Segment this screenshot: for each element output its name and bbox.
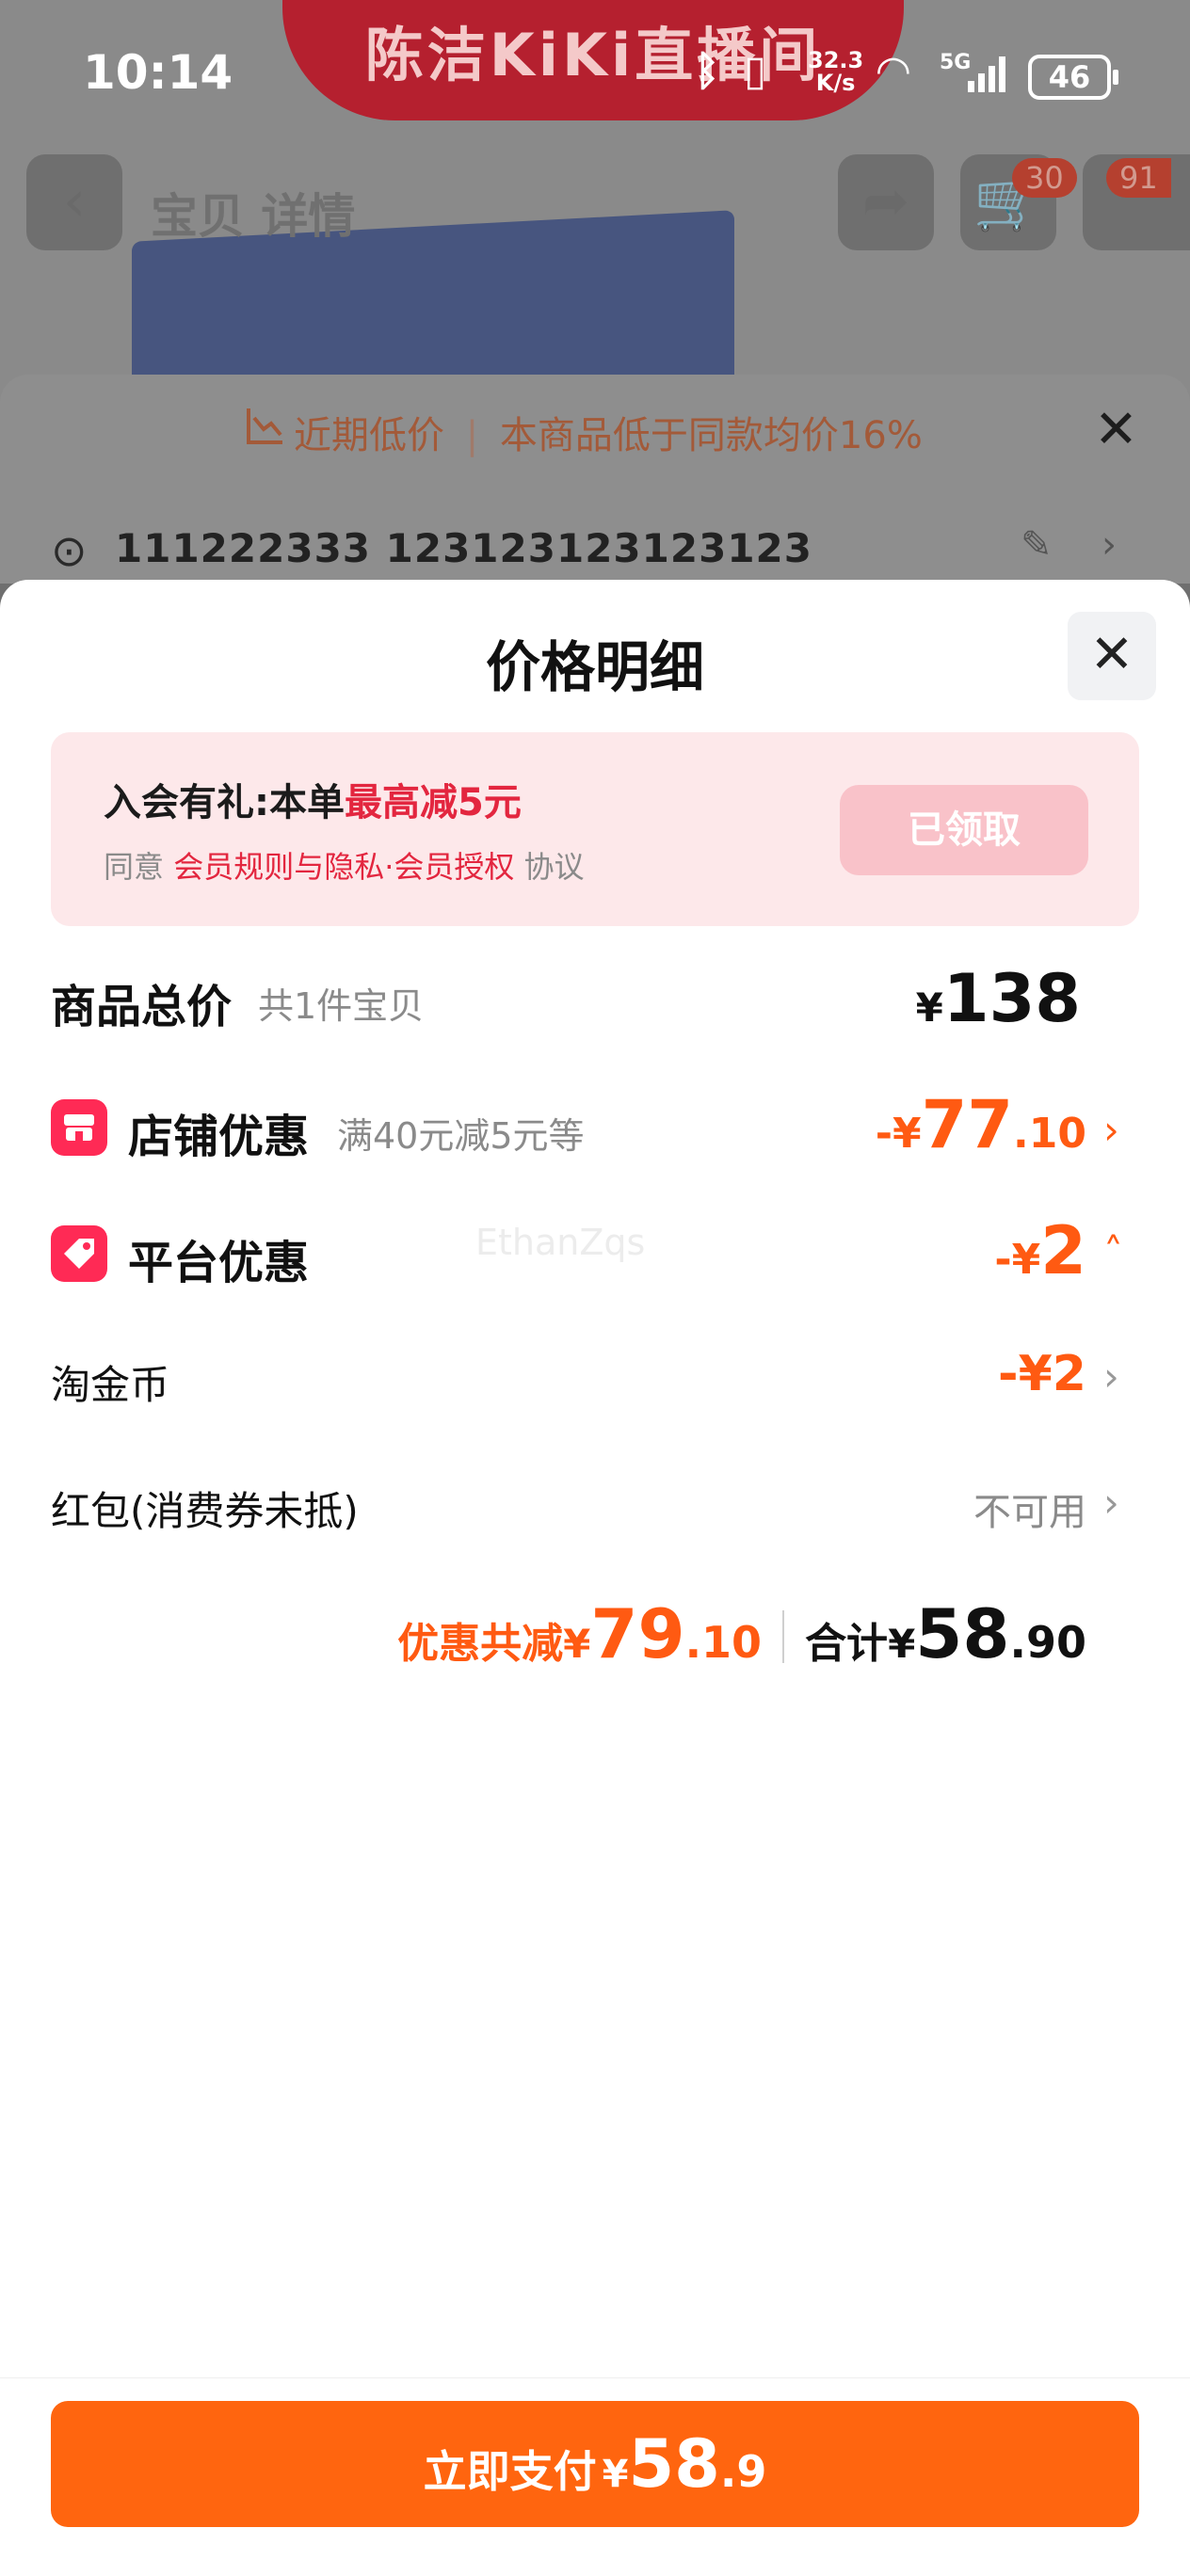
net-speed-unit: K/s (815, 70, 856, 96)
chevron-right-icon[interactable]: › (1102, 523, 1117, 567)
goods-total-row: 商品总价 共1件宝贝 ¥138 (0, 960, 1190, 1037)
bluetooth-icon: ᛒ (695, 47, 720, 95)
saved-label: 优惠共减 (397, 1620, 564, 1668)
pay-yen: ¥ (602, 2453, 629, 2496)
member-gift-prefix: 入会有礼:本单 (104, 781, 345, 824)
low-price-notice: 近期低价 | 本商品低于同款均价16% (294, 414, 923, 457)
goods-total-yen: ¥ (915, 984, 943, 1031)
coins-value: -¥2 (998, 1346, 1086, 1402)
pay-label: 立即支付 (423, 2446, 597, 2497)
price-summary: 优惠共减¥79.10 合计¥58.90 (397, 1594, 1086, 1673)
battery-level: 46 (1028, 55, 1118, 100)
store-discount-amount: -¥77.10 (876, 1086, 1086, 1163)
location-icon: ⊙ (51, 525, 88, 576)
vibrate-icon: ▯ (744, 47, 767, 95)
goods-total-price: ¥138 (916, 960, 1081, 1037)
agree-text: 同意 (104, 849, 165, 885)
share-button[interactable]: ➦ (838, 154, 934, 250)
member-gift-card: 入会有礼:本单最高减5元 同意 会员规则与隐私·会员授权 协议 已领取 (51, 732, 1139, 926)
status-bar: 10:14 ᛒ ▯ 32.3 K/s ◠ 5G 46 (0, 0, 1190, 141)
total-int: 58 (915, 1594, 1010, 1673)
clock: 10:14 (83, 45, 233, 100)
trend-down-icon (247, 408, 282, 444)
member-rules-link[interactable]: 会员规则与隐私·会员授权 (173, 849, 514, 885)
tag-icon (51, 1225, 107, 1282)
wifi-icon: ◠ (877, 47, 909, 95)
saved-yen: ¥ (563, 1621, 591, 1667)
goods-total-label: 商品总价 (51, 981, 233, 1033)
watermark: EthanZqs (475, 1222, 646, 1263)
close-icon[interactable]: ✕ (1094, 399, 1138, 460)
pay-int: 58 (628, 2425, 720, 2503)
low-price-desc: 本商品低于同款均价16% (499, 414, 923, 457)
coins-label: 淘金币 (51, 1362, 170, 1408)
store-discount-rule: 满40元减5元等 (337, 1115, 585, 1157)
store-discount-row[interactable]: 店铺优惠 满40元减5元等 -¥77.10 › (0, 1086, 1190, 1171)
nav-title: 宝贝 详情 (151, 189, 356, 244)
total-label: 合计 (805, 1620, 889, 1668)
agreement-text: 协议 (523, 849, 585, 885)
platform-discount-amount: -¥2 (994, 1212, 1086, 1289)
back-button[interactable]: ‹ (26, 154, 122, 250)
goods-count: 共1件宝贝 (258, 985, 425, 1027)
claimed-button[interactable]: 已领取 (840, 785, 1088, 875)
close-button[interactable]: ✕ (1068, 612, 1156, 700)
tag-glyph (64, 1239, 94, 1269)
chevron-up-icon: ˄ (1103, 1229, 1123, 1275)
delivery-address[interactable]: 111222333 123123123123123 (115, 525, 812, 571)
signal-icon (968, 56, 1005, 92)
store-discount-prefix: -¥ (875, 1110, 922, 1158)
pay-now-button[interactable]: 立即支付 ¥58.9 (51, 2401, 1139, 2527)
store-discount-int: 77 (921, 1086, 1014, 1163)
store-icon (51, 1099, 107, 1156)
saved-dec: .10 (684, 1617, 763, 1668)
network-speed: 32.3 K/s (808, 49, 863, 94)
chevron-right-icon: › (1103, 1107, 1119, 1153)
sheet-title: 价格明细 (485, 635, 704, 699)
member-gift-title: 入会有礼:本单最高减5元 (104, 772, 522, 826)
chevron-right-icon: › (1103, 1480, 1119, 1526)
member-agreement: 同意 会员规则与隐私·会员授权 协议 (104, 843, 585, 887)
platform-discount-int: 2 (1040, 1212, 1086, 1289)
red-packet-value: 不可用 (973, 1491, 1086, 1534)
low-price-tag: 近期低价 (294, 414, 444, 457)
platform-discount-prefix: -¥ (994, 1236, 1041, 1284)
edit-icon[interactable]: ✎ (1021, 523, 1053, 567)
store-glyph (64, 1114, 94, 1141)
platform-discount-label: 平台优惠 (128, 1237, 310, 1289)
chevron-left-icon: ‹ (63, 168, 86, 234)
red-packet-row[interactable]: 红包(消费券未抵) 不可用 › (0, 1468, 1190, 1544)
cart-badge: 30 (1012, 158, 1077, 198)
store-discount-label: 店铺优惠 (128, 1111, 310, 1163)
price-detail-sheet: 价格明细 ✕ 入会有礼:本单最高减5元 同意 会员规则与隐私·会员授权 协议 已… (0, 580, 1190, 2575)
close-icon: ✕ (1089, 624, 1134, 685)
saved-int: 79 (590, 1594, 685, 1673)
goods-total-amount: 138 (942, 960, 1081, 1037)
coins-row[interactable]: 淘金币 -¥2 › (0, 1340, 1190, 1416)
bottom-bar: 立即支付 ¥58.9 (0, 2377, 1190, 2576)
share-icon: ➦ (861, 168, 910, 234)
net-speed-value: 32.3 (808, 47, 864, 73)
store-discount-dec: .10 (1013, 1110, 1086, 1158)
pay-dec: .9 (719, 2446, 767, 2497)
member-gift-highlight: 最高减5元 (345, 781, 522, 824)
total-dec: .90 (1009, 1617, 1087, 1668)
message-badge: 91 (1106, 158, 1171, 198)
red-packet-label: 红包(消费券未抵) (51, 1488, 359, 1534)
total-yen: ¥ (888, 1621, 916, 1667)
chevron-right-icon: › (1103, 1353, 1119, 1400)
divider (782, 1610, 785, 1663)
